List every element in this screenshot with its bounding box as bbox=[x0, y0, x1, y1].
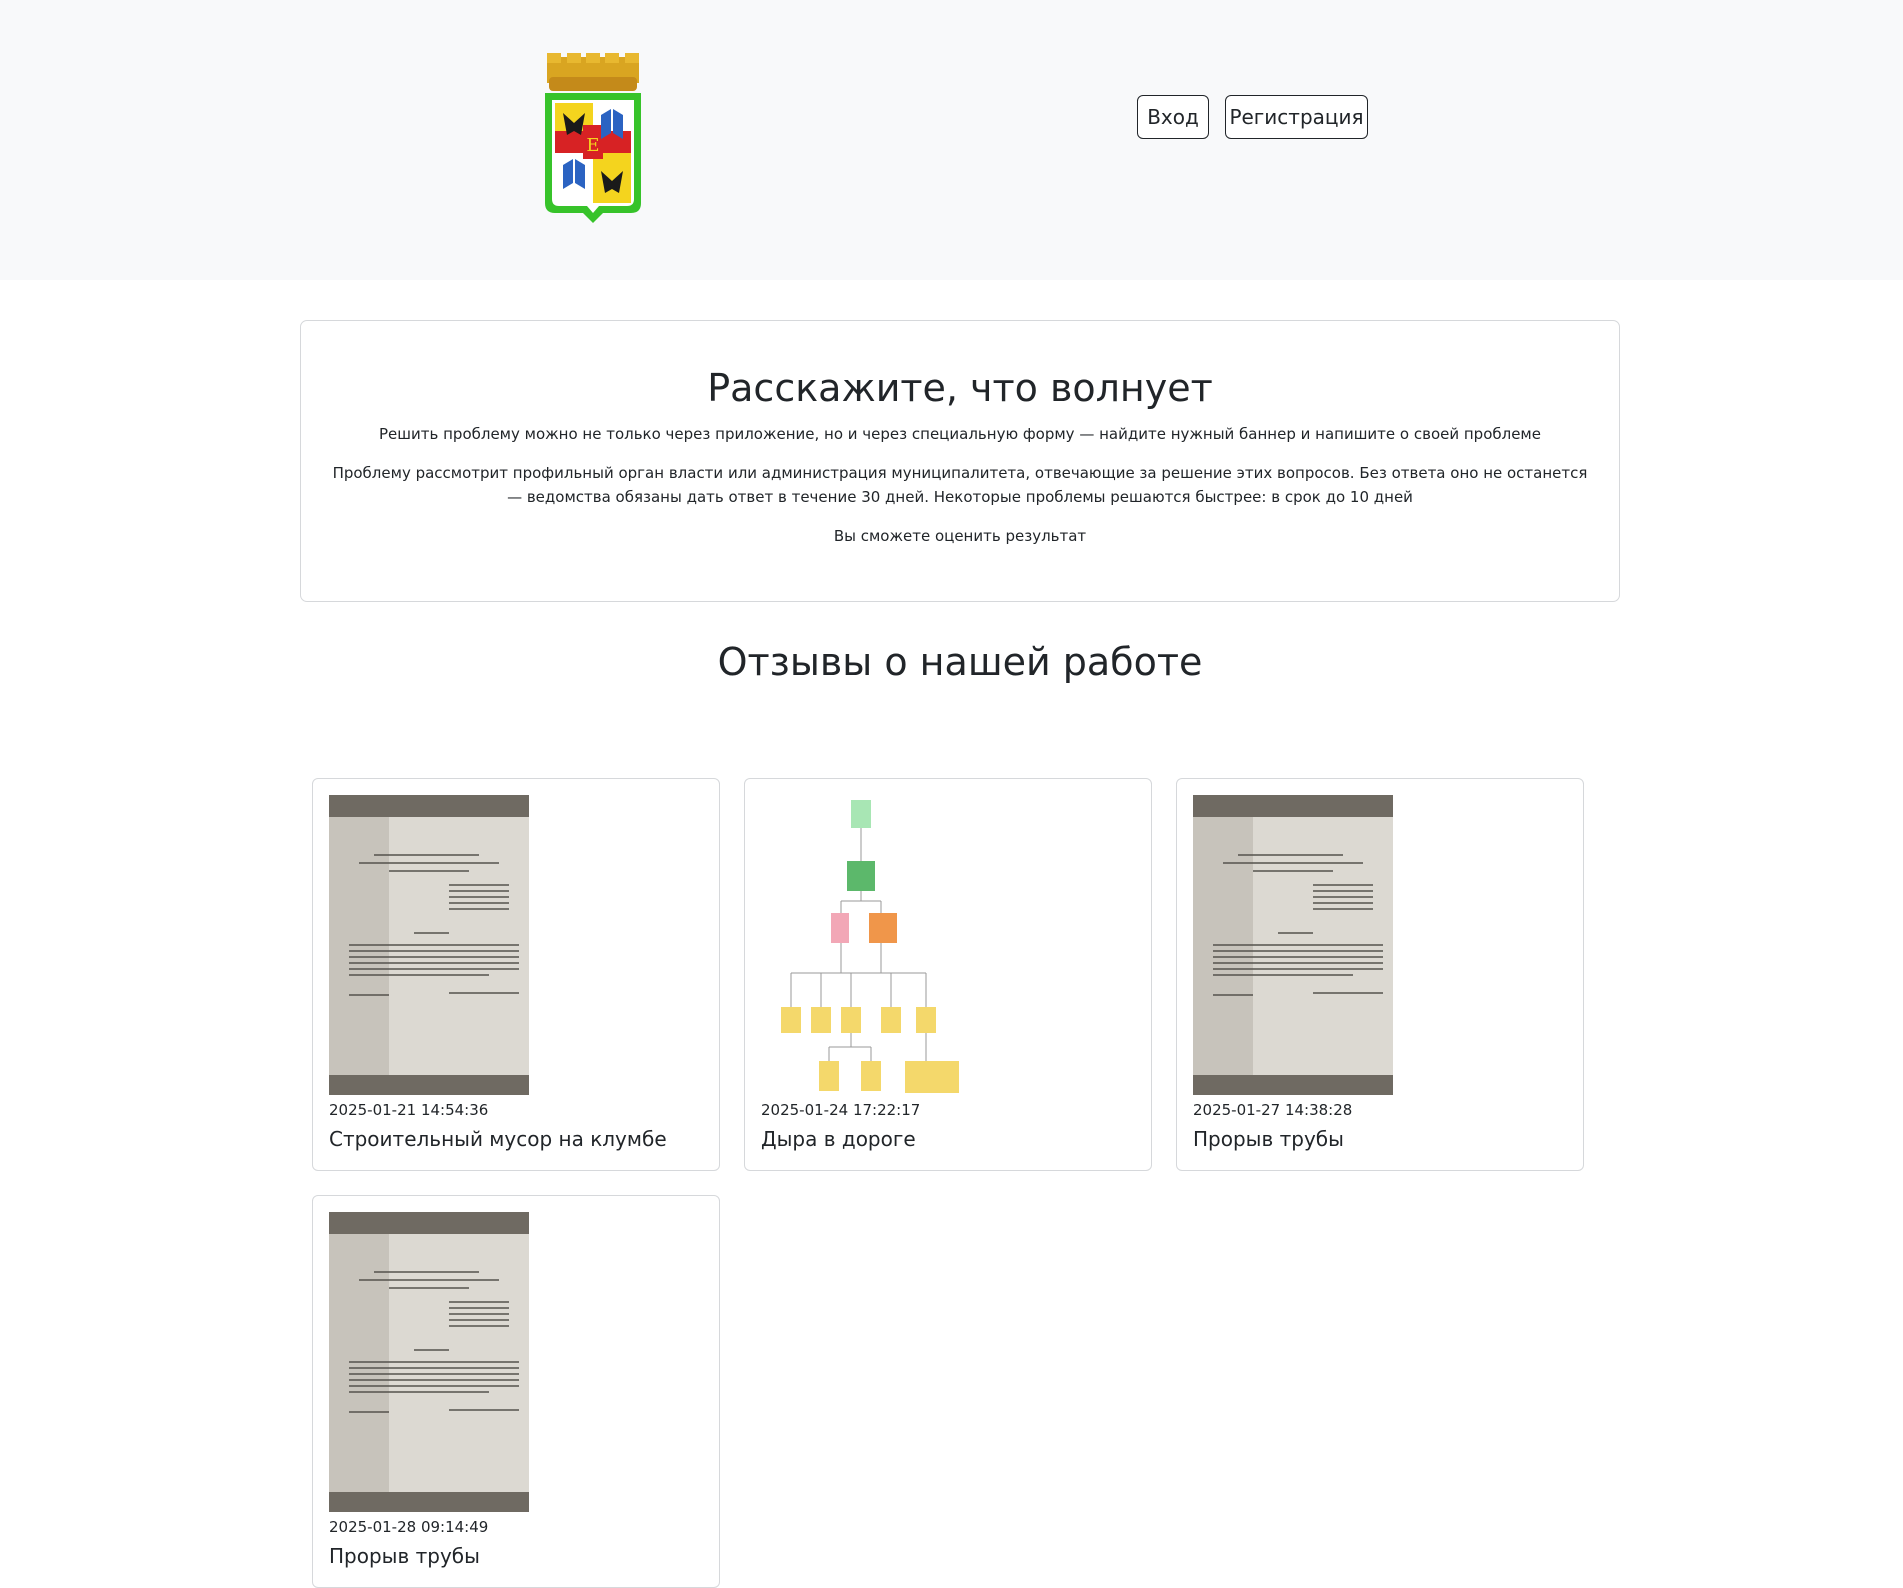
info-paragraph-2: Проблему рассмотрит профильный орган вла… bbox=[332, 464, 1588, 506]
review-title[interactable]: Дыра в дороге bbox=[761, 1127, 916, 1151]
site-header: Е Вход Регистрация bbox=[0, 0, 1903, 280]
city-coat-of-arms-icon[interactable]: Е bbox=[541, 53, 645, 225]
review-photo bbox=[1193, 795, 1393, 1095]
review-title[interactable]: Прорыв трубы bbox=[1193, 1127, 1344, 1151]
login-button[interactable]: Вход bbox=[1137, 95, 1209, 139]
info-title: Расскажите, что волнует bbox=[707, 366, 1213, 410]
review-date: 2025-01-28 09:14:49 bbox=[329, 1518, 489, 1536]
review-photo bbox=[761, 795, 961, 1095]
review-photo bbox=[329, 795, 529, 1095]
review-card[interactable]: 2025-01-24 17:22:17 Дыра в дороге bbox=[744, 778, 1152, 1171]
review-title[interactable]: Прорыв трубы bbox=[329, 1544, 480, 1568]
review-date: 2025-01-24 17:22:17 bbox=[761, 1101, 921, 1119]
info-paragraph-3: Вы сможете оценить результат bbox=[833, 527, 1087, 545]
review-photo bbox=[329, 1212, 529, 1512]
svg-text:Е: Е bbox=[586, 135, 599, 156]
review-date: 2025-01-21 14:54:36 bbox=[329, 1101, 489, 1119]
review-card[interactable]: 2025-01-21 14:54:36 Строительный мусор н… bbox=[312, 778, 720, 1171]
review-date: 2025-01-27 14:38:28 bbox=[1193, 1101, 1353, 1119]
info-paragraph-1: Решить проблему можно не только через пр… bbox=[379, 425, 1541, 443]
review-title[interactable]: Строительный мусор на клумбе bbox=[329, 1127, 667, 1151]
register-button[interactable]: Регистрация bbox=[1225, 95, 1368, 139]
info-card: Расскажите, что волнует Решить проблему … bbox=[300, 320, 1620, 602]
review-card[interactable]: 2025-01-28 09:14:49 Прорыв трубы bbox=[312, 1195, 720, 1588]
reviews-title: Отзывы о нашей работе bbox=[717, 640, 1203, 684]
review-card[interactable]: 2025-01-27 14:38:28 Прорыв трубы bbox=[1176, 778, 1584, 1171]
